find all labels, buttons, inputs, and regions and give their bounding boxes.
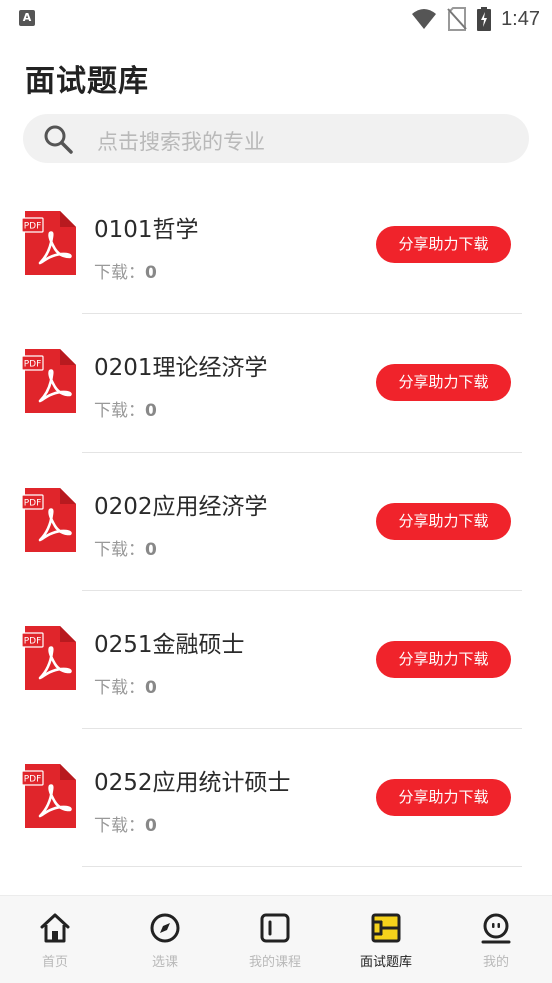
download-count: 下载：0	[94, 539, 157, 560]
wifi-icon	[412, 9, 437, 29]
share-download-button[interactable]: 分享助力下载	[376, 779, 511, 817]
search-placeholder: 点击搜索我的专业	[97, 130, 265, 154]
app-notification-icon: A	[19, 10, 35, 26]
no-sim-icon	[447, 7, 467, 31]
item-title: 0201理论经济学	[94, 355, 268, 382]
tab-label: 首页	[41, 955, 68, 970]
download-count: 下载：0	[94, 401, 157, 422]
download-count: 下载：0	[94, 677, 157, 698]
home-icon	[40, 913, 70, 943]
list-item[interactable]: PDF 0252应用统计硕士 下载：0 分享助力下载	[0, 729, 552, 868]
item-title: 0202应用经济学	[94, 493, 268, 520]
bottom-tab-bar: 首页 选课 我的课程 面试题库 我的	[0, 895, 552, 983]
search-icon	[44, 125, 73, 154]
profile-icon	[481, 913, 511, 944]
pdf-icon: PDF	[22, 625, 76, 690]
list-item[interactable]: PDF 0251金融硕士 下载：0 分享助力下载	[0, 591, 552, 730]
svg-text:PDF: PDF	[24, 775, 42, 785]
pdf-icon: PDF	[22, 487, 76, 552]
question-bank-icon	[371, 913, 401, 943]
tab-home[interactable]: 首页	[0, 896, 110, 983]
tab-label: 我的	[482, 955, 509, 970]
status-icons: 1:47	[411, 6, 540, 32]
share-download-button[interactable]: 分享助力下载	[376, 640, 511, 678]
download-count: 下载：0	[94, 263, 157, 283]
divider	[82, 866, 522, 868]
tab-profile[interactable]: 我的	[441, 896, 551, 983]
pdf-icon: PDF	[22, 764, 76, 829]
svg-text:PDF: PDF	[24, 498, 42, 508]
tab-question-bank[interactable]: 面试题库	[331, 896, 441, 983]
item-title: 0101哲学	[94, 217, 199, 243]
question-bank-list: PDF 0101哲学 下载：0 分享助力下载 PDF 0201理论经济学 下载：…	[0, 176, 552, 868]
status-bar: A 1:47	[0, 0, 552, 38]
tab-my-courses[interactable]: 我的课程	[220, 896, 330, 983]
status-time: 1:47	[501, 7, 540, 30]
svg-text:PDF: PDF	[24, 222, 42, 232]
list-item[interactable]: PDF 0202应用经济学 下载：0 分享助力下载	[0, 453, 552, 591]
share-download-button[interactable]: 分享助力下载	[376, 502, 511, 540]
svg-text:PDF: PDF	[24, 636, 42, 646]
download-count: 下载：0	[94, 816, 157, 837]
tab-label: 面试题库	[359, 955, 412, 970]
page-title: 面试题库	[25, 64, 149, 99]
search-bar[interactable]: 点击搜索我的专业	[23, 114, 529, 163]
item-title: 0252应用统计硕士	[94, 770, 291, 797]
svg-text:PDF: PDF	[24, 360, 42, 370]
list-item[interactable]: PDF 0201理论经济学 下载：0 分享助力下载	[0, 314, 552, 453]
tab-courses[interactable]: 选课	[110, 896, 220, 983]
share-download-button[interactable]: 分享助力下载	[376, 226, 511, 263]
pdf-icon: PDF	[22, 211, 76, 275]
tab-label: 我的课程	[248, 955, 301, 970]
course-icon	[260, 913, 290, 943]
compass-icon	[150, 913, 180, 943]
list-item[interactable]: PDF 0101哲学 下载：0 分享助力下载	[0, 176, 552, 315]
share-download-button[interactable]: 分享助力下载	[376, 364, 511, 402]
tab-label: 选课	[151, 955, 178, 970]
item-title: 0251金融硕士	[94, 631, 245, 658]
pdf-icon: PDF	[22, 349, 76, 414]
battery-charging-icon	[477, 7, 492, 31]
